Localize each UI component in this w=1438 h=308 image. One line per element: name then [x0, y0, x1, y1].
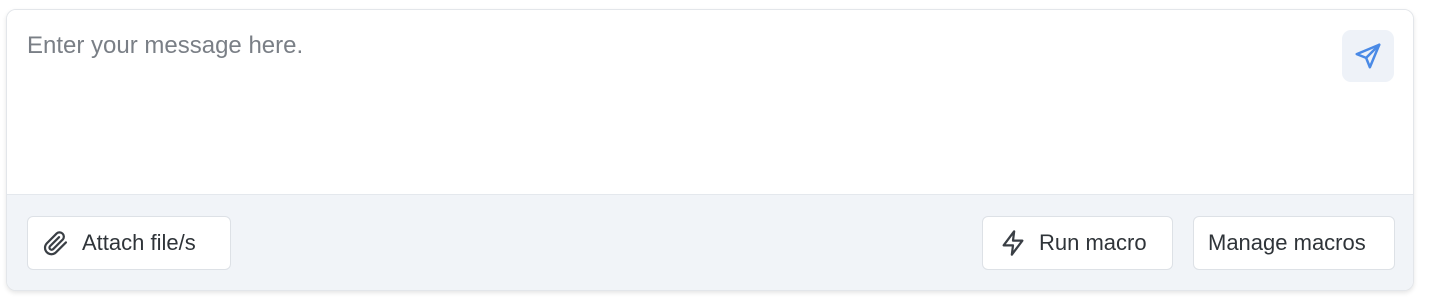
- run-macro-label: Run macro: [1039, 230, 1147, 255]
- paperclip-icon: [42, 229, 70, 257]
- run-macro-button[interactable]: Run macro: [982, 216, 1173, 270]
- attach-files-button[interactable]: Attach file/s: [27, 216, 231, 270]
- attach-files-label: Attach file/s: [82, 230, 196, 255]
- message-area: [7, 10, 1413, 194]
- message-composer: Attach file/s Run macro Manage macros: [6, 9, 1414, 291]
- message-input[interactable]: [27, 32, 1317, 182]
- manage-macros-button[interactable]: Manage macros: [1193, 216, 1395, 270]
- lightning-icon: [999, 229, 1027, 257]
- send-icon: [1355, 43, 1381, 69]
- composer-toolbar: Attach file/s Run macro Manage macros: [7, 194, 1413, 290]
- send-button[interactable]: [1342, 30, 1394, 82]
- manage-macros-label: Manage macros: [1208, 230, 1366, 255]
